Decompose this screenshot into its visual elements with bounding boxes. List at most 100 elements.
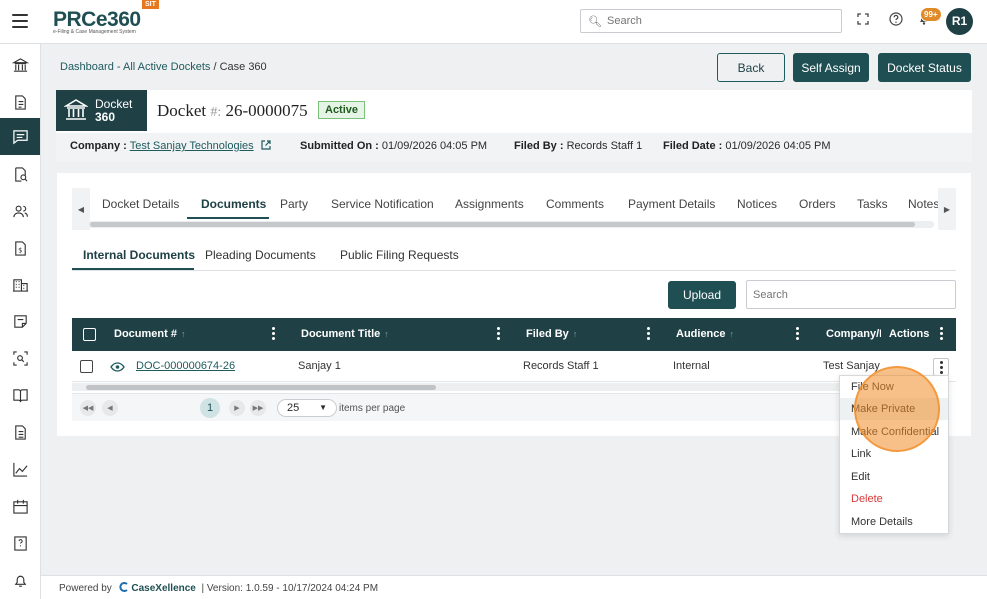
sidebar-item-calendar[interactable]: [0, 488, 40, 525]
column-header-audience[interactable]: Audience ↑: [676, 328, 734, 340]
notification-count-badge: 99+: [920, 7, 942, 22]
column-menu-icon[interactable]: [497, 327, 501, 341]
tab-payment-details[interactable]: Payment Details: [628, 197, 715, 211]
menu-item-delete[interactable]: Delete: [851, 493, 883, 505]
tab-orders[interactable]: Orders: [799, 197, 836, 211]
sidebar-item-payments[interactable]: $: [0, 230, 40, 267]
sidebar-item-reports[interactable]: [0, 414, 40, 451]
hamburger-menu-icon[interactable]: [12, 14, 28, 28]
tab-party[interactable]: Party: [280, 197, 308, 211]
menu-item-make-confidential[interactable]: Make Confidential: [851, 426, 939, 438]
help-book-icon: [13, 536, 27, 551]
subtabs-divider: [72, 270, 956, 271]
column-menu-icon[interactable]: [940, 327, 944, 341]
last-page-icon[interactable]: ▶▶: [250, 400, 266, 416]
sort-arrow-icon: ↑: [729, 329, 735, 339]
cell-document-number[interactable]: DOC-000000674-26: [136, 360, 235, 372]
column-header-document-title[interactable]: Document Title ↑: [301, 328, 389, 340]
row-actions-menu-icon[interactable]: [933, 358, 949, 376]
table-row: DOC-000000674-26 Sanjay 1 Records Staff …: [72, 351, 956, 382]
column-menu-icon[interactable]: [272, 327, 276, 341]
column-label: Company/I: [826, 328, 881, 340]
footer: Powered by CaseXellence | Version: 1.0.5…: [41, 575, 987, 599]
cell-audience: Internal: [673, 360, 710, 372]
column-menu-icon[interactable]: [796, 327, 800, 341]
docket-360-badge: Docket 360: [56, 90, 147, 131]
building-icon: [12, 279, 28, 292]
tab-docket-details[interactable]: Docket Details: [102, 197, 179, 211]
fullscreen-icon[interactable]: [854, 12, 872, 30]
sidebar-item-search-documents[interactable]: [0, 156, 40, 193]
sidebar-item-organizations[interactable]: [0, 266, 40, 303]
subtab-public-filing-requests[interactable]: Public Filing Requests: [340, 248, 459, 262]
column-header-filed-by[interactable]: Filed By ↑: [526, 328, 577, 340]
sidebar-item-notes[interactable]: [0, 303, 40, 340]
self-assign-button[interactable]: Self Assign: [793, 53, 869, 82]
sidebar-item-scan[interactable]: [0, 340, 40, 377]
column-label: Audience: [676, 328, 726, 340]
company-link[interactable]: Test Sanjay Technologies: [130, 140, 254, 152]
documents-grid-header: Document # ↑ Document Title ↑ Filed By ↑ Au…: [72, 318, 956, 351]
help-icon[interactable]: [887, 12, 905, 30]
tabs-scrollbar-thumb[interactable]: [90, 222, 915, 227]
chart-line-icon: [12, 462, 28, 477]
subtab-internal-documents[interactable]: Internal Documents: [83, 248, 195, 262]
chevron-down-icon: ▼: [319, 403, 327, 412]
grid-scrollbar-thumb[interactable]: [86, 385, 436, 390]
sidebar-item-courthouse[interactable]: [0, 47, 40, 84]
row-checkbox[interactable]: [80, 360, 93, 373]
tab-tasks[interactable]: Tasks: [857, 197, 888, 211]
page-size-select[interactable]: 25 ▼: [277, 399, 337, 417]
menu-item-edit[interactable]: Edit: [851, 471, 870, 483]
external-link-icon[interactable]: [261, 140, 271, 150]
column-menu-icon[interactable]: [647, 327, 651, 341]
tab-documents[interactable]: Documents: [201, 197, 266, 211]
menu-item-make-private[interactable]: Make Private: [840, 398, 948, 420]
breadcrumb-link-dashboard[interactable]: Dashboard - All Active Dockets: [60, 61, 210, 73]
global-search[interactable]: 🔍︎: [580, 9, 842, 33]
sidebar-item-documents[interactable]: [0, 84, 40, 121]
sidebar-item-library[interactable]: [0, 377, 40, 414]
global-search-input[interactable]: [607, 13, 837, 29]
menu-item-link[interactable]: Link: [851, 448, 871, 460]
document-number-link[interactable]: DOC-000000674-26: [136, 360, 235, 372]
menu-item-more-details[interactable]: More Details: [851, 516, 913, 528]
invoice-dollar-icon: $: [14, 241, 26, 256]
column-header-document-number[interactable]: Document # ↑: [114, 328, 185, 340]
subtab-pleading-documents[interactable]: Pleading Documents: [205, 248, 316, 262]
footer-powered-by: Powered by: [59, 583, 112, 594]
filed-by-meta: Filed By : Records Staff 1: [514, 140, 642, 152]
documents-search-input[interactable]: [753, 287, 948, 303]
select-all-checkbox[interactable]: [83, 328, 96, 341]
sidebar-item-alerts[interactable]: [0, 562, 40, 599]
eye-icon[interactable]: [110, 362, 125, 372]
sidebar-item-help[interactable]: [0, 525, 40, 562]
tab-service-notification[interactable]: Service Notification: [331, 197, 434, 211]
column-header-company[interactable]: Company/I: [826, 328, 881, 340]
tab-notices[interactable]: Notices: [737, 197, 777, 211]
filed-by-value: Records Staff 1: [566, 140, 643, 152]
tab-notes[interactable]: Notes: [908, 197, 938, 211]
tab-assignments[interactable]: Assignments: [455, 197, 524, 211]
sidebar-item-messages[interactable]: [0, 118, 40, 155]
next-page-icon[interactable]: ▶: [229, 400, 245, 416]
current-page-number[interactable]: 1: [200, 398, 220, 418]
items-per-page-label: items per page: [339, 403, 406, 414]
grid-pager: ◀◀ ◀ 1 ▶ ▶▶ 25 ▼ items per page: [72, 393, 880, 421]
previous-page-icon[interactable]: ◀: [102, 400, 118, 416]
column-header-actions: Actions: [889, 328, 930, 340]
message-icon: [12, 130, 28, 145]
user-avatar[interactable]: R1: [946, 8, 973, 35]
sidebar-item-users[interactable]: [0, 193, 40, 230]
sidebar-item-analytics[interactable]: [0, 451, 40, 488]
documents-search[interactable]: [746, 280, 956, 309]
first-page-icon[interactable]: ◀◀: [80, 400, 96, 416]
tab-comments[interactable]: Comments: [546, 197, 604, 211]
menu-item-file-now[interactable]: File Now: [851, 381, 894, 393]
back-button[interactable]: Back: [717, 53, 785, 82]
upload-button[interactable]: Upload: [668, 281, 736, 309]
filed-date-meta: Filed Date : 01/09/2026 04:05 PM: [663, 140, 831, 152]
docket-status-button[interactable]: Docket Status: [878, 53, 971, 82]
breadcrumb-current: Case 360: [219, 61, 267, 73]
tabs-scroll-right-icon[interactable]: ▶: [938, 188, 956, 230]
